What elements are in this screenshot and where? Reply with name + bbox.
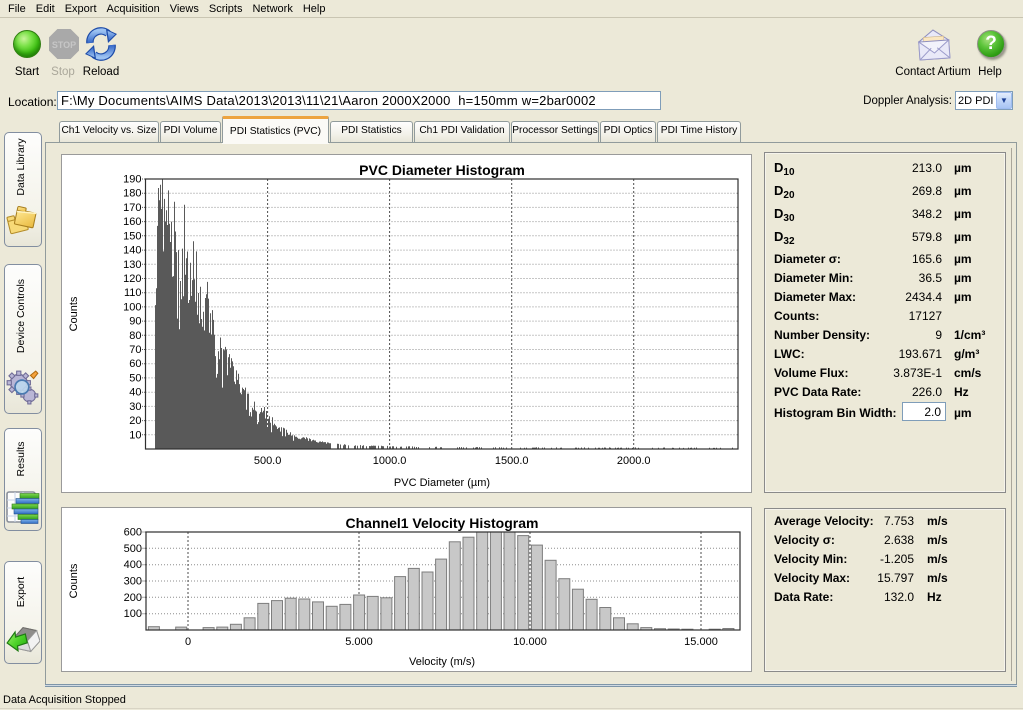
- svg-text:PVC Diameter (µm): PVC Diameter (µm): [394, 477, 490, 489]
- svg-text:400: 400: [124, 559, 142, 571]
- svg-text:70: 70: [129, 344, 141, 356]
- svg-text:300: 300: [124, 576, 142, 588]
- svg-text:Velocity (m/s): Velocity (m/s): [409, 656, 475, 668]
- svg-text:160: 160: [123, 216, 141, 228]
- svg-text:90: 90: [129, 316, 141, 328]
- svg-text:60: 60: [129, 358, 141, 370]
- svg-text:100: 100: [123, 301, 141, 313]
- svg-text:30: 30: [129, 401, 141, 413]
- svg-text:20: 20: [129, 415, 141, 427]
- svg-text:1000.0: 1000.0: [373, 455, 407, 467]
- svg-text:STOP: STOP: [52, 40, 76, 50]
- svg-text:500: 500: [124, 543, 142, 555]
- svg-text:170: 170: [123, 202, 141, 214]
- svg-text:Counts: Counts: [68, 563, 80, 598]
- svg-text:PVC Diameter Histogram: PVC Diameter Histogram: [359, 162, 525, 178]
- svg-text:120: 120: [123, 273, 141, 285]
- svg-text:1500.0: 1500.0: [495, 455, 529, 467]
- svg-text:180: 180: [123, 188, 141, 200]
- svg-text:190: 190: [123, 174, 141, 186]
- svg-text:Channel1 Velocity Histogram: Channel1 Velocity Histogram: [346, 515, 539, 531]
- svg-text:15.000: 15.000: [684, 636, 718, 648]
- svg-text:0: 0: [185, 636, 191, 648]
- svg-text:80: 80: [129, 330, 141, 342]
- svg-text:100: 100: [124, 608, 142, 620]
- svg-text:10.000: 10.000: [513, 636, 547, 648]
- svg-text:140: 140: [123, 245, 141, 257]
- svg-text:200: 200: [124, 592, 142, 604]
- svg-text:50: 50: [129, 372, 141, 384]
- svg-text:Counts: Counts: [68, 296, 80, 331]
- svg-text:10: 10: [129, 429, 141, 441]
- svg-text:2000.0: 2000.0: [617, 455, 651, 467]
- svg-text:150: 150: [123, 230, 141, 242]
- svg-text:110: 110: [124, 287, 142, 299]
- svg-text:130: 130: [123, 259, 141, 271]
- svg-text:500.0: 500.0: [254, 455, 282, 467]
- svg-text:600: 600: [124, 527, 142, 539]
- svg-text:5.000: 5.000: [345, 636, 373, 648]
- svg-text:40: 40: [129, 387, 141, 399]
